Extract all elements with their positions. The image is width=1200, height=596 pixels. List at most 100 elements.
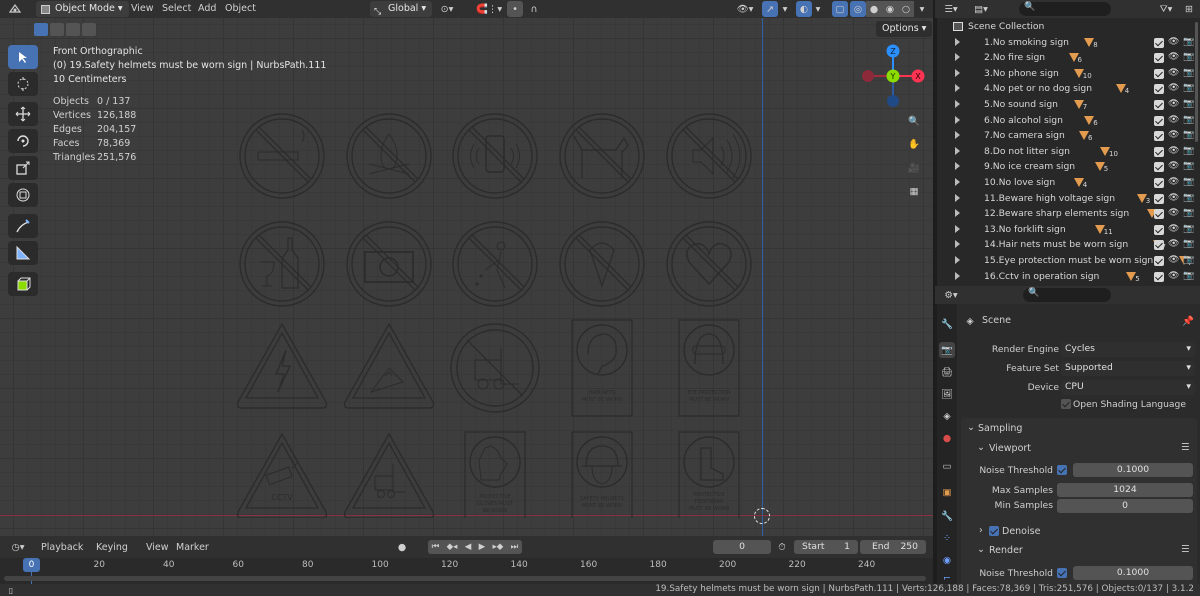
camera-render-icon[interactable]: 📷 [1183,208,1194,218]
sign-sharp-elements[interactable] [343,323,435,409]
expand-arrow-icon[interactable] [955,115,960,124]
outliner-panel[interactable]: Scene Collection 1.No smoking sign 8 👁 📷 2.N… [937,18,1200,286]
timeline-menu-keying[interactable]: Keying [96,542,128,553]
outliner-collection-row[interactable]: 7.No camera sign 6 👁 📷 [937,129,1200,145]
shading-dropdown-icon[interactable]: ▾ [916,1,928,17]
scene-tab-icon[interactable]: ◈ [939,408,955,424]
scene-collection-row[interactable]: Scene Collection [937,20,1200,36]
max-samples-field[interactable]: 1024 [1057,483,1193,497]
visibility-icon[interactable]: 👁▾ [732,1,758,17]
particles-tab-icon[interactable]: ⁘ [939,530,955,546]
gizmo-toggle-icon[interactable]: ↗ [762,1,778,17]
eye-icon[interactable]: 👁 [1168,115,1179,125]
filter-icon[interactable]: ⛛▾ [1155,1,1177,17]
overlays-icon[interactable]: ◐ [796,1,812,17]
outliner-collection-row[interactable]: 2.No fire sign 6 👁 📷 [937,51,1200,67]
expand-arrow-icon[interactable] [955,84,960,93]
timeline-menu-marker[interactable]: Marker [176,542,209,553]
camera-render-icon[interactable]: 📷 [1183,99,1194,109]
exclude-checkbox[interactable] [1154,209,1164,220]
outliner-collection-row[interactable]: 11.Beware high voltage sign 3 👁 📷 [937,192,1200,208]
sign-no-forklift[interactable] [450,323,540,413]
proportional-edit-icon[interactable]: • [507,1,523,17]
outliner-collection-row[interactable]: 13.No forklift sign 11 👁 📷 [937,223,1200,239]
select-box-tool[interactable] [8,45,38,69]
sign-cctv[interactable]: CCTV [236,433,328,518]
eye-icon[interactable]: 👁 [1168,99,1179,109]
timeline-editor-icon[interactable]: ◷▾ [6,539,30,555]
outliner-collection-row[interactable]: 3.No phone sign 10 👁 📷 [937,67,1200,83]
camera-render-icon[interactable]: 📷 [1183,193,1194,203]
exclude-checkbox[interactable] [1154,115,1164,126]
view-layer-tab-icon[interactable]: 🖼 [939,386,955,402]
world-tab-icon[interactable]: ● [939,430,955,446]
sign-gloves[interactable]: PROTECTIVE GLOVES MUST BE WORN [464,431,526,518]
gizmo-dropdown-icon[interactable]: ▾ [780,1,790,17]
viewport-list-icon[interactable]: ☰ [1181,442,1190,453]
overlays-dropdown-icon[interactable]: ▾ [813,1,823,17]
eye-icon[interactable]: 👁 [1168,193,1179,203]
osl-checkbox[interactable] [1061,399,1071,409]
physics-tab-icon[interactable]: ◉ [939,552,955,568]
eye-icon[interactable]: 👁 [1168,146,1179,156]
sign-footwear[interactable]: PROTECTIVE FOOTWEAR MUST BE WORN [678,431,740,518]
zoom-icon[interactable]: 🔍 [905,112,923,130]
outliner-collection-row[interactable]: 15.Eye protection must be worn sign 7 👁 📷 [937,254,1200,270]
sign-safety-helmets[interactable]: SAFETY HELMETS MUST BE WORN [571,431,633,518]
menu-view[interactable]: View [131,3,154,14]
new-collection-icon[interactable]: ⊞ [1181,1,1197,17]
expand-arrow-icon[interactable] [955,162,960,171]
outliner-editor-icon[interactable]: ☰▾ [939,1,963,17]
eye-icon[interactable]: 👁 [1168,271,1179,281]
sign-high-voltage[interactable] [236,323,328,409]
rotate-tool[interactable] [8,129,38,153]
outliner-collection-row[interactable]: 8.Do not litter sign 10 👁 📷 [937,145,1200,161]
select-mode-icons[interactable] [34,23,99,37]
timeline-menu-view[interactable]: View [146,542,169,553]
outliner-collection-row[interactable]: 5.No sound sign 7 👁 📷 [937,98,1200,114]
eye-icon[interactable]: 👁 [1168,83,1179,93]
expand-arrow-icon[interactable] [955,255,960,264]
current-frame-field[interactable]: 0 [713,540,771,554]
record-icon[interactable]: ● [394,540,410,554]
editor-type-icon[interactable] [4,1,26,17]
xray-icon[interactable]: ▢ [832,1,848,17]
sign-no-pet[interactable] [559,113,645,199]
expand-arrow-icon[interactable] [955,146,960,155]
sign-no-alcohol[interactable] [239,221,325,307]
expand-arrow-icon[interactable] [955,209,960,218]
sign-no-litter[interactable] [452,221,538,307]
signs-scene[interactable]: HAIR NETS MUST BE WORN EYE PROTECTION MU… [225,88,755,518]
exclude-checkbox[interactable] [1154,53,1164,64]
camera-render-icon[interactable]: 📷 [1183,239,1194,249]
material-shading-icon[interactable]: ◉ [882,1,898,17]
eye-icon[interactable]: 👁 [1168,239,1179,249]
display-mode-icon[interactable]: ▤▾ [969,1,993,17]
eye-icon[interactable]: 👁 [1168,177,1179,187]
pin-icon[interactable]: 📌 [1181,314,1195,328]
eye-icon[interactable]: 👁 [1168,37,1179,47]
outliner-search-input[interactable]: 🔍 [1019,2,1111,16]
collection-tab-icon[interactable]: ▭ [939,458,955,474]
camera-render-icon[interactable]: 📷 [1183,115,1194,125]
exclude-checkbox[interactable] [1154,162,1164,173]
cursor-tool[interactable] [8,72,38,96]
camera-render-icon[interactable]: 📷 [1183,68,1194,78]
3d-viewport[interactable]: Front Orthographic (0) 19.Safety helmets… [0,18,933,536]
sign-no-sound[interactable] [666,113,752,199]
modifier-tab-icon[interactable]: 🔧 [939,508,955,524]
outliner-scrollbar[interactable] [1195,22,1198,142]
exclude-checkbox[interactable] [1154,146,1164,157]
exclude-checkbox[interactable] [1154,84,1164,95]
exclude-checkbox[interactable] [1154,37,1164,48]
sign-no-camera[interactable] [346,221,432,307]
properties-search-input[interactable]: 🔍 [1023,288,1111,302]
properties-editor-icon[interactable]: ⚙▾ [939,287,963,303]
falloff-icon[interactable]: ∩ [526,1,542,17]
eye-icon[interactable]: 👁 [1168,161,1179,171]
output-tab-icon[interactable]: 🖨 [939,364,955,380]
jump-end-icon[interactable]: ⏭ [511,542,519,552]
outliner-collection-row[interactable]: 1.No smoking sign 8 👁 📷 [937,36,1200,52]
exclude-checkbox[interactable] [1154,240,1164,251]
eye-icon[interactable]: 👁 [1168,68,1179,78]
